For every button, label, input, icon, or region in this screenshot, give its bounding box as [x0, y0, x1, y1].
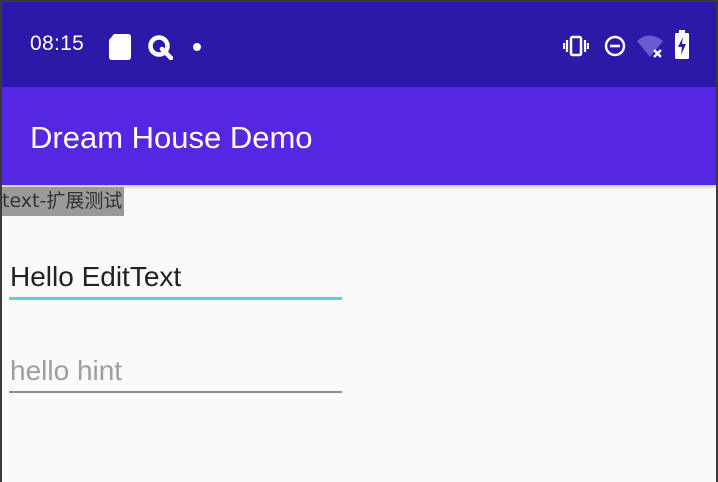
app-screen: 08:15 Dream House Demo text-扩展测试 Hello E… — [2, 2, 716, 482]
vibrate-icon — [563, 35, 589, 57]
hint-edit-text-field[interactable] — [9, 351, 342, 393]
notification-dot-icon — [193, 43, 201, 51]
status-bar: 08:15 — [2, 2, 716, 87]
wifi-off-icon — [637, 35, 663, 58]
extended-text-label: text-扩展测试 — [2, 187, 125, 216]
app-bar: Dream House Demo — [2, 87, 716, 185]
assistant-q-icon — [148, 35, 173, 60]
app-title: Dream House Demo — [30, 120, 313, 155]
edit-text-field[interactable] — [9, 256, 342, 300]
status-time: 08:15 — [30, 32, 85, 55]
sim-card-icon — [109, 34, 131, 60]
do-not-disturb-icon — [604, 35, 626, 57]
battery-charging-icon — [675, 30, 689, 59]
